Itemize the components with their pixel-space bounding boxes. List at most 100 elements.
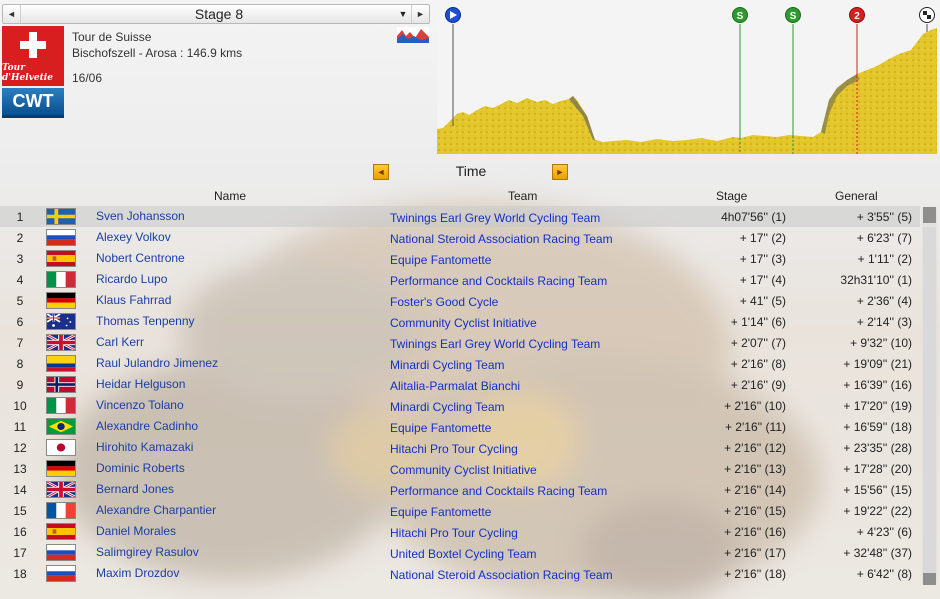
rider-name-link[interactable]: Sven Johansson bbox=[96, 209, 185, 223]
table-row[interactable]: 18 Maxim Drozdov National Steroid Associat… bbox=[0, 563, 920, 584]
table-row[interactable]: 5 Klaus Fahrrad Foster's Good Cycle + 41'' … bbox=[0, 290, 920, 311]
team-name-link[interactable]: Twinings Earl Grey World Cycling Team bbox=[390, 337, 600, 351]
table-row[interactable]: 9 Heidar Helguson Alitalia-Parmalat Bianch… bbox=[0, 374, 920, 395]
stage-time-cell: + 2'16'' (17) bbox=[724, 546, 786, 560]
previous-ranking-button[interactable]: ◄ bbox=[373, 164, 389, 180]
table-row[interactable]: 1 Sven Johansson Twinings Earl Grey World … bbox=[0, 206, 920, 227]
race-category-badge: CWT bbox=[2, 88, 64, 118]
table-row[interactable]: 12 Hirohito Kamazaki Hitachi Pro Tour Cycl… bbox=[0, 437, 920, 458]
results-scrollbar[interactable] bbox=[922, 207, 937, 585]
next-stage-button[interactable]: ► bbox=[411, 5, 429, 23]
general-time-cell: + 17'28'' (20) bbox=[843, 462, 912, 476]
next-ranking-button[interactable]: ► bbox=[552, 164, 568, 180]
stage-selector[interactable]: ◄ Stage 8 ▼ ► bbox=[2, 4, 430, 24]
table-row[interactable]: 13 Dominic Roberts Community Cyclist Initi… bbox=[0, 458, 920, 479]
ranking-type-label: Time bbox=[455, 163, 487, 179]
team-name-link[interactable]: Equipe Fantomette bbox=[390, 505, 491, 519]
flag-ru-icon bbox=[46, 544, 76, 561]
rider-name-link[interactable]: Maxim Drozdov bbox=[96, 566, 179, 580]
race-route: Bischofszell - Arosa : 146.9 kms bbox=[72, 46, 243, 60]
table-row[interactable]: 7 Carl Kerr Twinings Earl Grey World Cycli… bbox=[0, 332, 920, 353]
flag-jp-icon bbox=[46, 439, 76, 456]
scrollbar-down-button[interactable] bbox=[923, 573, 936, 585]
column-header-name[interactable]: Name bbox=[214, 189, 246, 203]
team-name-link[interactable]: Equipe Fantomette bbox=[390, 253, 491, 267]
team-name-link[interactable]: Hitachi Pro Tour Cycling bbox=[390, 442, 518, 456]
rider-name-link[interactable]: Bernard Jones bbox=[96, 482, 174, 496]
column-header-team[interactable]: Team bbox=[508, 189, 537, 203]
sprint-icon: S bbox=[732, 7, 748, 23]
general-time-cell: 32h31'10'' (1) bbox=[840, 273, 912, 287]
stage-name[interactable]: Stage 8 bbox=[21, 6, 395, 22]
stage-time-cell: + 2'16'' (12) bbox=[724, 441, 786, 455]
table-row[interactable]: 3 Nobert Centrone Equipe Fantomette + 17'' … bbox=[0, 248, 920, 269]
rider-name-link[interactable]: Klaus Fahrrad bbox=[96, 293, 171, 307]
rider-name-link[interactable]: Alexey Volkov bbox=[96, 230, 171, 244]
flag-ru-icon bbox=[46, 229, 76, 246]
table-row[interactable]: 16 Daniel Morales Hitachi Pro Tour Cycling… bbox=[0, 521, 920, 542]
flag-co-icon bbox=[46, 355, 76, 372]
chevron-down-icon[interactable]: ▼ bbox=[395, 9, 411, 19]
swiss-cross-icon bbox=[20, 31, 46, 58]
rider-name-link[interactable]: Hirohito Kamazaki bbox=[96, 440, 193, 454]
general-time-cell: + 23'35'' (28) bbox=[843, 441, 912, 455]
scrollbar-thumb[interactable] bbox=[923, 207, 936, 223]
table-row[interactable]: 14 Bernard Jones Performance and Cocktails… bbox=[0, 479, 920, 500]
rider-name-link[interactable]: Dominic Roberts bbox=[96, 461, 185, 475]
team-name-link[interactable]: Alitalia-Parmalat Bianchi bbox=[390, 379, 520, 393]
rank-cell: 14 bbox=[13, 483, 27, 497]
sprint-icon: S bbox=[785, 7, 801, 23]
rider-name-link[interactable]: Carl Kerr bbox=[96, 335, 144, 349]
rider-name-link[interactable]: Heidar Helguson bbox=[96, 377, 185, 391]
scrollbar-track[interactable] bbox=[923, 227, 936, 582]
team-name-link[interactable]: National Steroid Association Racing Team bbox=[390, 568, 613, 582]
stage-profile-chart: S S 2 bbox=[437, 4, 937, 154]
stage-time-cell: + 2'16'' (16) bbox=[724, 525, 786, 539]
team-name-link[interactable]: Community Cyclist Initiative bbox=[390, 463, 537, 477]
flag-no-icon bbox=[46, 376, 76, 393]
table-row[interactable]: 17 Salimgirey Rasulov United Boxtel Cyclin… bbox=[0, 542, 920, 563]
ranking-type-selector: Time ◄ ► bbox=[373, 162, 569, 182]
table-row[interactable]: 4 Ricardo Lupo Performance and Cocktails R… bbox=[0, 269, 920, 290]
general-time-cell: + 1'11'' (2) bbox=[857, 252, 912, 266]
general-time-cell: + 2'14'' (3) bbox=[856, 315, 912, 329]
stage-time-cell: + 17'' (4) bbox=[739, 273, 786, 287]
start-flag-icon bbox=[445, 7, 461, 23]
rider-name-link[interactable]: Daniel Morales bbox=[96, 524, 176, 538]
table-row[interactable]: 15 Alexandre Charpantier Equipe Fantomette… bbox=[0, 500, 920, 521]
column-header-general[interactable]: General bbox=[835, 189, 878, 203]
flag-au-icon bbox=[46, 313, 76, 330]
team-name-link[interactable]: Equipe Fantomette bbox=[390, 421, 491, 435]
rider-name-link[interactable]: Salimgirey Rasulov bbox=[96, 545, 199, 559]
team-name-link[interactable]: Foster's Good Cycle bbox=[390, 295, 498, 309]
stage-time-cell: + 2'16'' (13) bbox=[724, 462, 786, 476]
team-name-link[interactable]: Performance and Cocktails Racing Team bbox=[390, 274, 607, 288]
general-time-cell: + 17'20'' (19) bbox=[843, 399, 912, 413]
rider-name-link[interactable]: Alexandre Cadinho bbox=[96, 419, 198, 433]
rider-name-link[interactable]: Ricardo Lupo bbox=[96, 272, 167, 286]
team-name-link[interactable]: National Steroid Association Racing Team bbox=[390, 232, 613, 246]
column-header-stage[interactable]: Stage bbox=[716, 189, 747, 203]
rider-name-link[interactable]: Thomas Tenpenny bbox=[96, 314, 195, 328]
table-row[interactable]: 8 Raul Julandro Jimenez Minardi Cycling Te… bbox=[0, 353, 920, 374]
rider-name-link[interactable]: Nobert Centrone bbox=[96, 251, 185, 265]
team-name-link[interactable]: Community Cyclist Initiative bbox=[390, 316, 537, 330]
table-row[interactable]: 6 Thomas Tenpenny Community Cyclist Initia… bbox=[0, 311, 920, 332]
rank-cell: 6 bbox=[16, 315, 24, 329]
team-name-link[interactable]: Minardi Cycling Team bbox=[390, 358, 505, 372]
team-name-link[interactable]: Minardi Cycling Team bbox=[390, 400, 505, 414]
team-name-link[interactable]: Performance and Cocktails Racing Team bbox=[390, 484, 607, 498]
team-name-link[interactable]: Hitachi Pro Tour Cycling bbox=[390, 526, 518, 540]
rider-name-link[interactable]: Alexandre Charpantier bbox=[96, 503, 216, 517]
team-name-link[interactable]: Twinings Earl Grey World Cycling Team bbox=[390, 211, 600, 225]
rider-name-link[interactable]: Vincenzo Tolano bbox=[96, 398, 184, 412]
rider-name-link[interactable]: Raul Julandro Jimenez bbox=[96, 356, 218, 370]
team-name-link[interactable]: United Boxtel Cycling Team bbox=[390, 547, 537, 561]
general-time-cell: + 3'55'' (5) bbox=[856, 210, 912, 224]
previous-stage-button[interactable]: ◄ bbox=[3, 5, 21, 23]
table-row[interactable]: 10 Vincenzo Tolano Minardi Cycling Team + 2… bbox=[0, 395, 920, 416]
rank-cell: 7 bbox=[16, 336, 24, 350]
table-row[interactable]: 11 Alexandre Cadinho Equipe Fantomette + 2'… bbox=[0, 416, 920, 437]
flag-it-icon bbox=[46, 397, 76, 414]
table-row[interactable]: 2 Alexey Volkov National Steroid Associati… bbox=[0, 227, 920, 248]
